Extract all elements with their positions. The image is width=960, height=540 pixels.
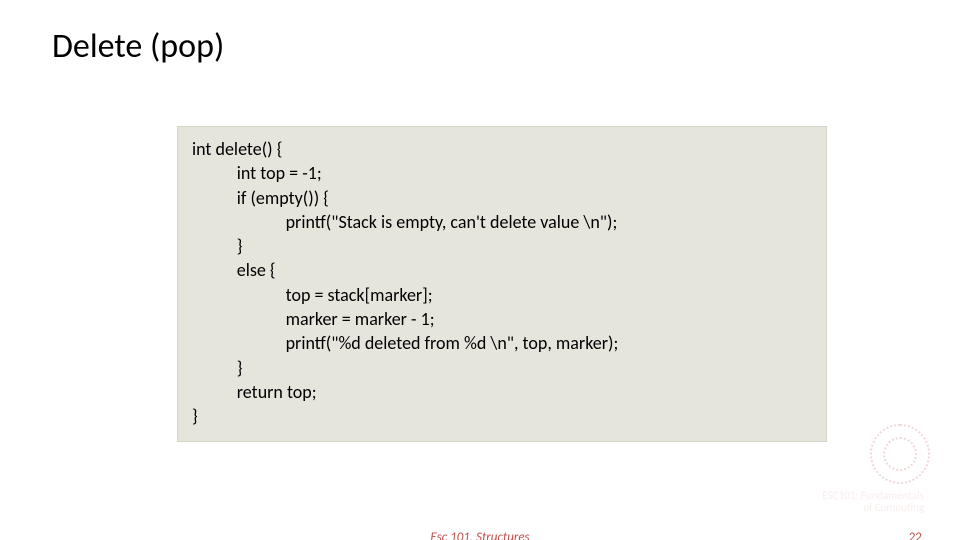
code-line: int delete() {	[192, 137, 812, 161]
code-line: }	[192, 356, 812, 380]
code-line: printf("Stack is empty, can't delete val…	[192, 210, 812, 234]
code-line: return top;	[192, 380, 812, 404]
footer-center: Esc 101, Structures	[430, 530, 529, 540]
code-line: top = stack[marker];	[192, 283, 812, 307]
code-line: int top = -1;	[192, 161, 812, 185]
seal-icon	[870, 424, 930, 484]
code-line: printf("%d deleted from %d \n", top, mar…	[192, 331, 812, 355]
code-line: }	[192, 404, 812, 428]
code-line: marker = marker - 1;	[192, 307, 812, 331]
code-block: int delete() { int top = -1; if (empty()…	[177, 126, 827, 442]
code-line: if (empty()) {	[192, 186, 812, 210]
footer-ghost: ESC101: Fundamentals of Computing	[822, 490, 924, 514]
footer-ghost-line: of Computing	[822, 502, 924, 514]
page-number: 22	[909, 530, 922, 540]
code-line: else {	[192, 258, 812, 282]
slide-title: Delete (pop)	[52, 26, 224, 67]
code-line: }	[192, 234, 812, 258]
